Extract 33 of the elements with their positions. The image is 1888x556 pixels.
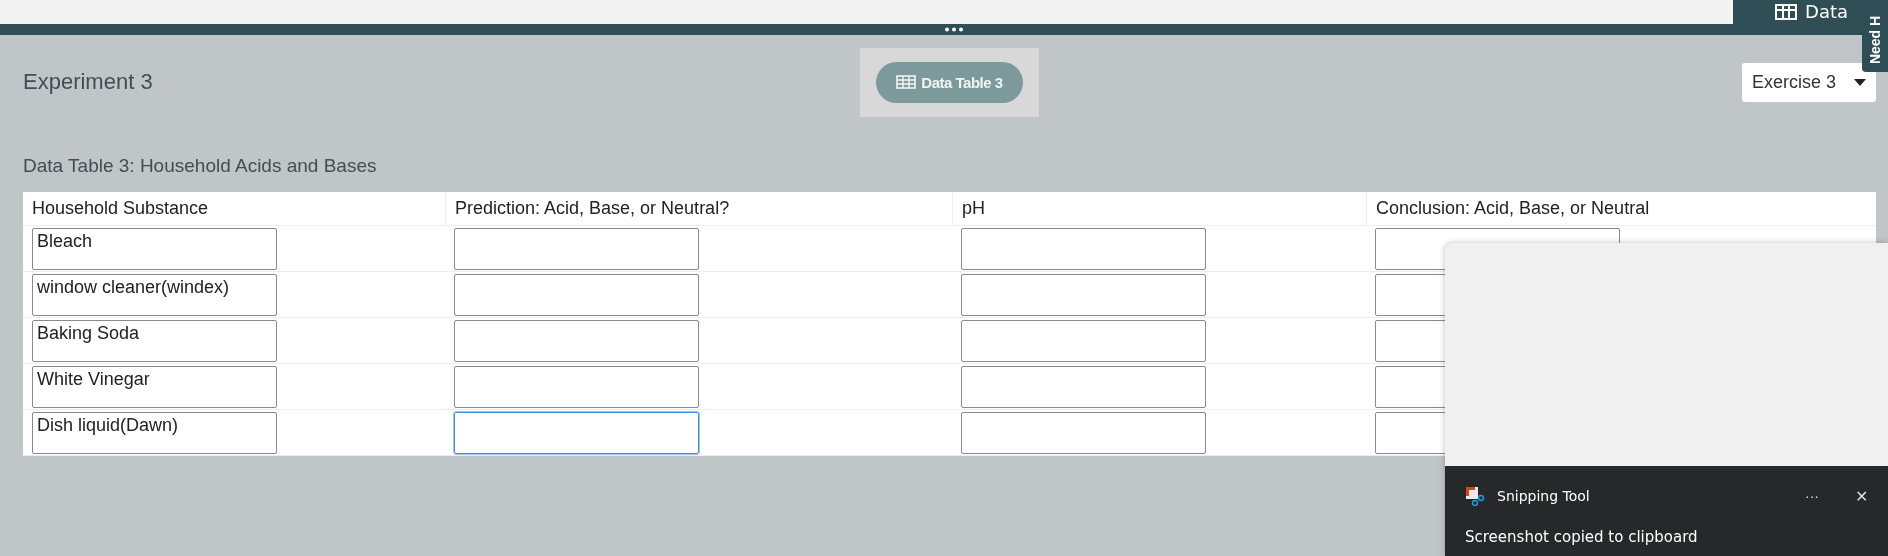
more-button[interactable]: ··· bbox=[1799, 487, 1825, 505]
caret-icon bbox=[1854, 78, 1866, 86]
input-field[interactable] bbox=[454, 319, 699, 362]
notification-message: Screenshot copied to clipboard bbox=[1465, 528, 1699, 546]
help-tab[interactable]: Need H bbox=[1862, 0, 1888, 72]
table-title: Data Table 3: Household Acids and Bases bbox=[23, 155, 378, 177]
experiment-title: Experiment 3 bbox=[23, 69, 154, 95]
input-field[interactable] bbox=[961, 273, 1206, 316]
drag-handle-icon[interactable] bbox=[944, 27, 964, 32]
input-field[interactable]: Baking Soda bbox=[32, 319, 277, 362]
input-field[interactable]: White Vinegar bbox=[32, 365, 277, 408]
input-field[interactable]: Bleach bbox=[32, 227, 277, 270]
input-field[interactable]: Dish liquid(Dawn) bbox=[32, 411, 277, 454]
app-name: Snipping Tool bbox=[1497, 488, 1591, 504]
table-icon bbox=[896, 75, 917, 89]
input-field[interactable] bbox=[454, 227, 699, 270]
input-field[interactable] bbox=[961, 319, 1206, 362]
table-icon bbox=[1775, 4, 1797, 20]
input-field[interactable] bbox=[454, 411, 699, 454]
input-field[interactable] bbox=[454, 273, 699, 316]
snipping-app-icon bbox=[1465, 486, 1487, 506]
input-field[interactable] bbox=[961, 411, 1206, 454]
input-field[interactable] bbox=[961, 227, 1206, 270]
input-field[interactable] bbox=[454, 365, 699, 408]
column-header: Prediction: Acid, Base, or Neutral? bbox=[445, 192, 952, 226]
input-field[interactable]: window cleaner(windex) bbox=[32, 273, 277, 316]
column-header: Household Substance bbox=[23, 192, 445, 226]
data-tab[interactable]: Data bbox=[1733, 0, 1862, 24]
close-button[interactable]: ✕ bbox=[1855, 486, 1868, 506]
column-header: Conclusion: Acid, Base, or Neutral bbox=[1366, 192, 1876, 226]
column-header: pH bbox=[952, 192, 1366, 226]
input-field[interactable] bbox=[961, 365, 1206, 408]
exercise-dropdown[interactable]: Exercise 3 bbox=[1742, 62, 1876, 102]
